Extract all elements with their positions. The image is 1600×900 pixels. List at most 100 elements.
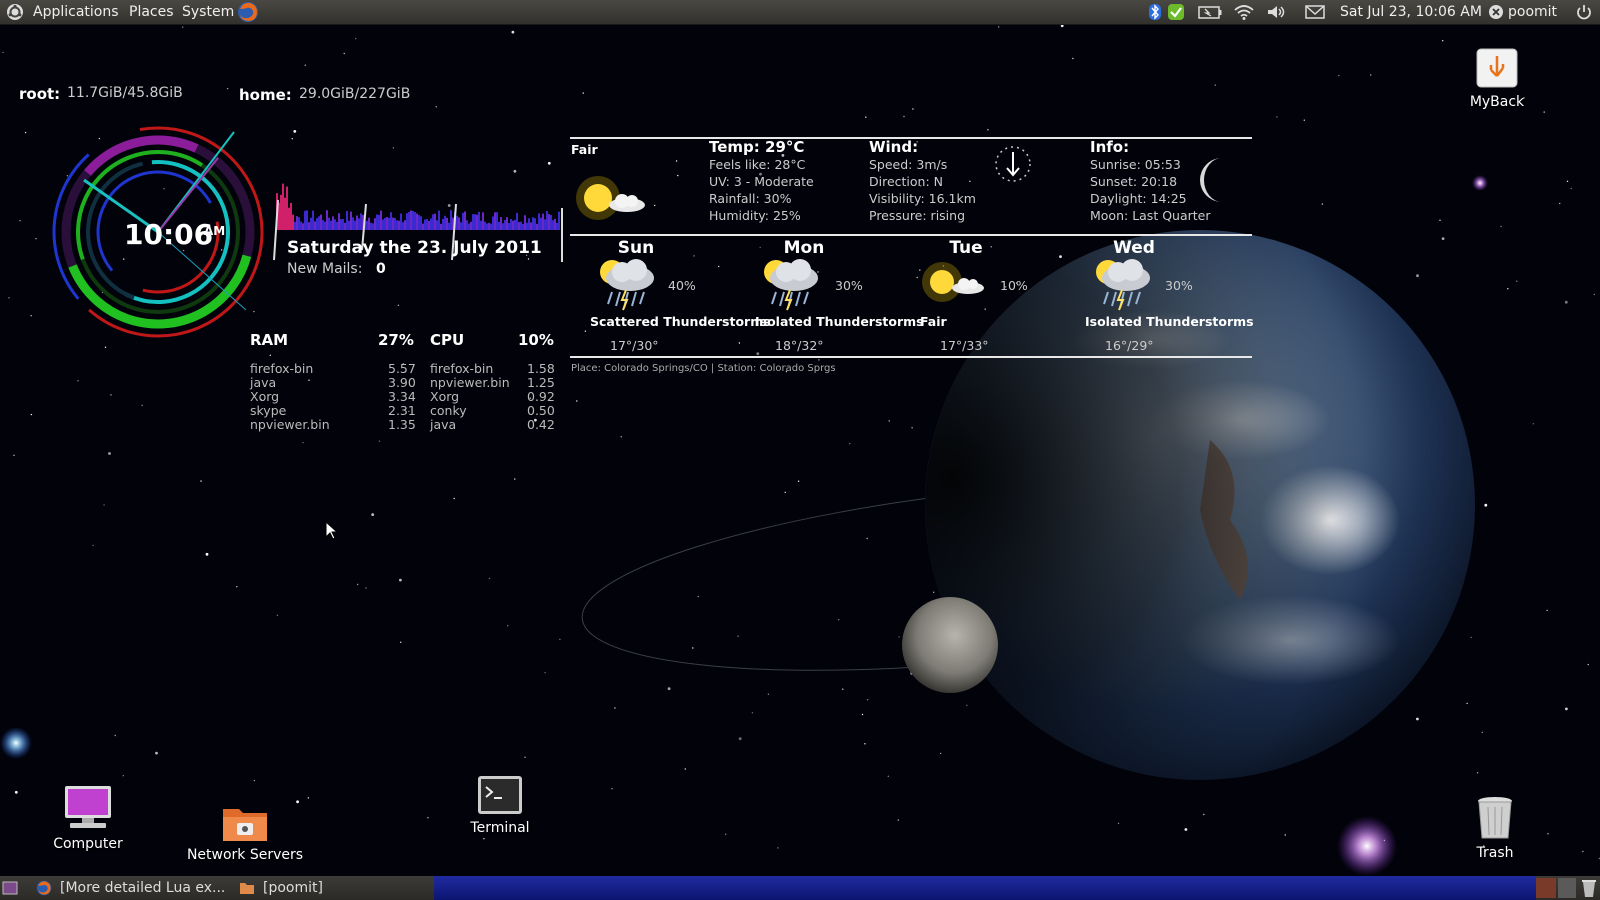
weather-bottom-rule	[570, 356, 1252, 358]
ram-process-value: 3.34	[388, 389, 416, 404]
cpu-process-name: npviewer.bin	[430, 375, 510, 390]
usb-drive-icon	[1476, 48, 1518, 88]
bottom-panel: [More detailed Lua ex... [poomit]	[0, 876, 1600, 900]
new-mails-label: New Mails:	[287, 261, 363, 277]
date-line: Saturday the 23. July 2011	[287, 238, 542, 258]
update-icon[interactable]	[1167, 3, 1185, 21]
folder-task-icon	[240, 883, 254, 894]
current-condition: Fair	[571, 142, 598, 157]
trash-icon	[1478, 797, 1512, 839]
menu-system[interactable]: System	[182, 0, 234, 24]
network-servers-label: Network Servers	[186, 847, 304, 863]
cpu-process-value: 0.42	[527, 417, 555, 432]
cpu-process-value: 0.92	[527, 389, 555, 404]
temp-uv: UV: 3 - Moderate	[709, 174, 814, 189]
power-icon[interactable]	[1575, 3, 1593, 21]
temp-rainfall: Rainfall: 30%	[709, 191, 792, 206]
ram-process-name: npviewer.bin	[250, 417, 330, 432]
clock-time: 10:06	[124, 218, 214, 251]
show-desktop-icon[interactable]	[2, 881, 18, 895]
user-icon[interactable]	[1488, 3, 1504, 21]
ram-process-value: 5.57	[388, 361, 416, 376]
wind-visibility: Visibility: 16.1km	[869, 191, 976, 206]
info-sunset: Sunset: 20:18	[1090, 174, 1178, 189]
forecast-temps: 16°/29°	[1105, 338, 1154, 353]
mouse-cursor-icon	[325, 521, 339, 540]
forecast-condition: Isolated Thunderstorms	[1085, 314, 1254, 329]
home-disk-label: home:	[239, 86, 292, 104]
ram-process-name: java	[250, 375, 277, 390]
wind-block: Wind: Speed: 3m/s Direction: N Visibilit…	[869, 138, 976, 224]
firefox-icon[interactable]	[237, 1, 259, 23]
mail-icon[interactable]	[1304, 3, 1326, 21]
forecast-condition: Isolated Thunderstorms	[755, 314, 924, 329]
temp-humidity: Humidity: 25%	[709, 208, 801, 223]
ram-process-value: 3.90	[388, 375, 416, 390]
sun-cloud-icon	[576, 176, 645, 220]
ubuntu-logo-icon[interactable]	[6, 3, 24, 21]
forecast-precip: 40%	[668, 278, 696, 293]
desktop-icon-trash[interactable]: Trash	[1450, 795, 1540, 861]
ram-process-name: firefox-bin	[250, 361, 314, 376]
sun-cloud-icon	[922, 262, 984, 302]
ram-percent: 27%	[378, 331, 414, 349]
thunderstorm-icon	[764, 259, 818, 311]
taskbar-item-firefox-label: [More detailed Lua ex...	[60, 880, 226, 896]
forecast-temps: 17°/30°	[610, 338, 659, 353]
ram-process-value: 2.31	[388, 403, 416, 418]
trash-label: Trash	[1476, 845, 1514, 861]
cpu-process-value: 1.25	[527, 375, 555, 390]
menu-places[interactable]: Places	[129, 0, 174, 24]
workspace-switcher[interactable]	[434, 876, 1536, 900]
volume-icon[interactable]	[1266, 3, 1288, 21]
desktop-icon-terminal[interactable]: Terminal	[455, 774, 545, 836]
workspace-3[interactable]	[1558, 878, 1576, 898]
desktop-icon-myback[interactable]: MyBack	[1452, 46, 1542, 110]
menu-applications[interactable]: Applications	[33, 0, 119, 24]
temp-block: Temp: 29°C Feels like: 28°C UV: 3 - Mode…	[709, 138, 814, 224]
desktop-icon-network-servers[interactable]: Network Servers	[180, 803, 310, 863]
top-panel: Applications Places System Sat Jul 23, 1…	[0, 0, 1600, 25]
myback-label: MyBack	[1469, 94, 1525, 110]
thunderstorm-icon	[600, 259, 654, 311]
cpu-label: CPU	[430, 331, 465, 349]
wifi-icon[interactable]	[1233, 3, 1255, 21]
wind-direction: Direction: N	[869, 174, 944, 189]
info-title: Info:	[1090, 138, 1130, 156]
bluetooth-icon[interactable]	[1148, 3, 1162, 21]
root-disk-value: 11.7GiB/45.8GiB	[67, 85, 183, 101]
clock-ampm: AM	[204, 224, 226, 238]
cpu-process-name: java	[430, 417, 457, 432]
terminal-icon	[478, 776, 522, 814]
ram-process-name: skype	[250, 403, 287, 418]
temp-title: Temp: 29°C	[709, 138, 805, 156]
info-daylight: Daylight: 14:25	[1090, 191, 1187, 206]
forecast-temps: 18°/32°	[775, 338, 824, 353]
temp-feels: Feels like: 28°C	[709, 157, 806, 172]
thunderstorm-icon	[1096, 259, 1150, 311]
cpu-process-name: conky	[430, 403, 467, 418]
network-folder-icon	[223, 809, 267, 841]
home-disk-value: 29.0GiB/227GiB	[299, 86, 411, 102]
workspace-2[interactable]	[1536, 878, 1556, 898]
forecast-precip: 30%	[835, 278, 863, 293]
desktop-icon-computer[interactable]: Computer	[43, 784, 133, 852]
weather-place: Place: Colorado Springs/CO | Station: Co…	[571, 363, 836, 374]
panel-username[interactable]: poomit	[1508, 0, 1557, 24]
info-moon: Moon: Last Quarter	[1090, 208, 1211, 223]
wind-title: Wind:	[869, 138, 919, 156]
terminal-label: Terminal	[470, 820, 530, 836]
forecast-precip: 10%	[1000, 278, 1028, 293]
panel-clock[interactable]: Sat Jul 23, 10:06 AM	[1340, 0, 1482, 24]
info-block: Info: Sunrise: 05:53 Sunset: 20:18 Dayli…	[1090, 138, 1211, 224]
taskbar-item-folder-label: [poomit]	[263, 880, 323, 896]
computer-icon	[65, 786, 111, 828]
weather-mid-rule	[570, 234, 1252, 236]
moon-phase-icon	[1200, 158, 1222, 202]
battery-icon[interactable]	[1197, 3, 1223, 21]
computer-label: Computer	[53, 836, 123, 852]
taskbar-trash-icon[interactable]	[1580, 878, 1598, 898]
forecast-precip: 30%	[1165, 278, 1193, 293]
cpu-process-value: 0.50	[527, 403, 555, 418]
ram-label: RAM	[250, 331, 289, 349]
